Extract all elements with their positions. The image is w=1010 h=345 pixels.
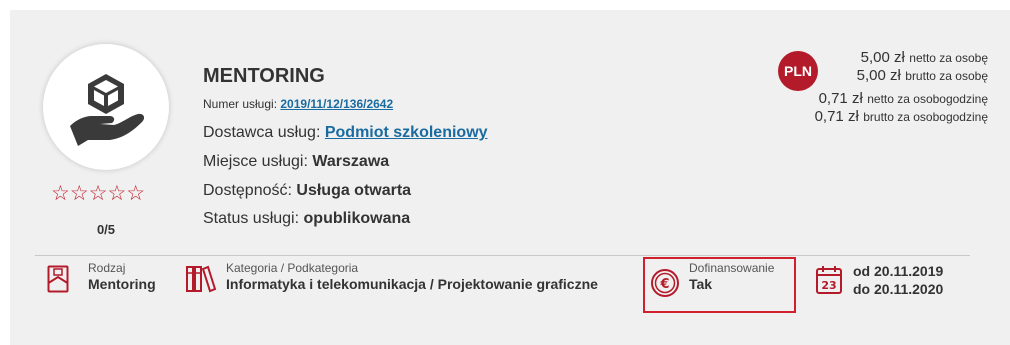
price-gross-person: 5,00 zł brutto za osobę <box>857 67 988 85</box>
funding-value: Tak <box>689 276 713 293</box>
provider-label: Dostawca usług: <box>203 124 321 141</box>
rating-text: 0/5 <box>96 222 116 237</box>
place-label: Miejsce usługi: <box>203 153 308 170</box>
price-suffix: netto za osobę <box>909 51 988 65</box>
date-to: do 20.11.2020 <box>853 280 944 297</box>
funding-label: Dofinansowanie <box>689 261 775 275</box>
price-amount: 5,00 zł <box>860 49 905 66</box>
divider <box>35 255 970 256</box>
date-block: od 20.11.2019 do 20.11.2020 <box>853 263 943 298</box>
rating-stars[interactable]: ☆☆☆☆☆ <box>51 183 145 204</box>
availability-row: Dostępność: Usługa otwarta <box>203 182 411 200</box>
date-from: od 20.11.2019 <box>853 263 944 279</box>
service-number-link[interactable]: 2019/11/12/136/2642 <box>280 97 393 111</box>
price-amount: 0,71 zł <box>814 108 859 125</box>
envelope-document-icon <box>47 265 69 298</box>
type-block: Rodzaj Mentoring <box>88 261 156 294</box>
category-block: Kategoria / Podkategoria Informatyka i t… <box>226 261 598 294</box>
price-suffix: netto za osobogodzinę <box>867 92 988 106</box>
svg-text:€: € <box>659 277 669 292</box>
hand-holding-box-icon <box>70 74 145 146</box>
price-amount: 5,00 zł <box>856 67 901 84</box>
euro-coin-icon: € <box>650 268 680 303</box>
type-label: Rodzaj <box>88 261 126 275</box>
funding-block: Dofinansowanie Tak <box>689 261 774 294</box>
price-net-person: 5,00 zł netto za osobę <box>861 49 988 67</box>
currency-badge: PLN <box>778 51 818 91</box>
availability-label: Dostępność: <box>203 182 292 199</box>
status-row: Status usługi: opublikowana <box>203 210 410 228</box>
service-title[interactable]: MENTORING <box>203 65 325 88</box>
price-amount: 0,71 zł <box>818 90 863 107</box>
provider-link[interactable]: Podmiot szkoleniowy <box>325 124 488 141</box>
calendar-icon: 23 <box>815 265 843 300</box>
type-value: Mentoring <box>88 276 156 293</box>
provider-row: Dostawca usług: Podmiot szkoleniowy <box>203 124 488 142</box>
availability-value: Usługa otwarta <box>296 182 412 199</box>
place-value: Warszawa <box>312 153 390 170</box>
service-number-label: Numer usługi: <box>203 97 278 111</box>
category-label: Kategoria / Podkategoria <box>226 261 359 275</box>
price-suffix: brutto za osobogodzinę <box>863 110 988 124</box>
service-logo <box>43 44 169 170</box>
place-row: Miejsce usługi: Warszawa <box>203 153 389 171</box>
price-suffix: brutto za osobę <box>905 69 988 83</box>
status-value: opublikowana <box>303 210 411 227</box>
service-number: Numer usługi: 2019/11/12/136/2642 <box>203 97 393 111</box>
status-label: Status usługi: <box>203 210 300 227</box>
calendar-day: 23 <box>821 279 836 292</box>
price-net-hour: 0,71 zł netto za osobogodzinę <box>819 90 988 108</box>
price-gross-hour: 0,71 zł brutto za osobogodzinę <box>815 108 988 126</box>
books-icon <box>185 265 217 298</box>
category-value: Informatyka i telekomunikacja / Projekto… <box>226 276 598 293</box>
